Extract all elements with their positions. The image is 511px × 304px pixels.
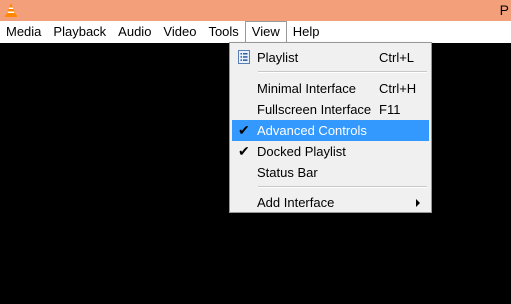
vlc-cone-icon: [5, 3, 17, 17]
view-menu-dropdown: Playlist Ctrl+L Minimal Interface Ctrl+H…: [229, 42, 432, 213]
menu-item-shortcut: F11: [379, 102, 401, 117]
menu-item-minimal-interface[interactable]: Minimal Interface Ctrl+H: [232, 78, 429, 99]
title-bar: P: [0, 0, 511, 21]
menu-audio[interactable]: Audio: [112, 22, 157, 42]
menu-separator: [258, 71, 427, 73]
menu-tools[interactable]: Tools: [202, 22, 244, 42]
menu-item-docked-playlist[interactable]: ✔ Docked Playlist: [232, 141, 429, 162]
menu-bar: Media Playback Audio Video Tools View He…: [0, 21, 511, 43]
menu-item-label: Minimal Interface: [257, 81, 356, 96]
window-title: P: [499, 2, 509, 18]
checkmark-icon: ✔: [238, 122, 250, 138]
menu-view[interactable]: View: [244, 21, 287, 43]
checkmark-icon: ✔: [238, 143, 250, 159]
menu-item-status-bar[interactable]: Status Bar: [232, 162, 429, 183]
menu-item-label: Status Bar: [257, 165, 318, 180]
menu-item-add-interface[interactable]: Add Interface: [232, 192, 429, 213]
menu-item-label: Advanced Controls: [257, 123, 367, 138]
menu-item-shortcut: Ctrl+H: [379, 81, 417, 96]
menu-item-fullscreen-interface[interactable]: Fullscreen Interface F11: [232, 99, 429, 120]
menu-video[interactable]: Video: [157, 22, 202, 42]
menu-item-label: Add Interface: [257, 195, 335, 210]
menu-separator: [258, 186, 427, 188]
menu-help[interactable]: Help: [287, 22, 326, 42]
menu-item-label: Docked Playlist: [257, 144, 346, 159]
submenu-arrow-icon: [416, 199, 420, 207]
menu-item-label: Playlist: [257, 50, 299, 65]
menu-media[interactable]: Media: [0, 22, 47, 42]
playlist-icon: [238, 50, 250, 64]
menu-item-playlist[interactable]: Playlist Ctrl+L: [232, 47, 429, 68]
menu-item-advanced-controls[interactable]: ✔ Advanced Controls: [232, 120, 429, 141]
menu-item-label: Fullscreen Interface: [257, 102, 372, 117]
menu-item-shortcut: Ctrl+L: [379, 50, 415, 65]
menu-playback[interactable]: Playback: [47, 22, 112, 42]
